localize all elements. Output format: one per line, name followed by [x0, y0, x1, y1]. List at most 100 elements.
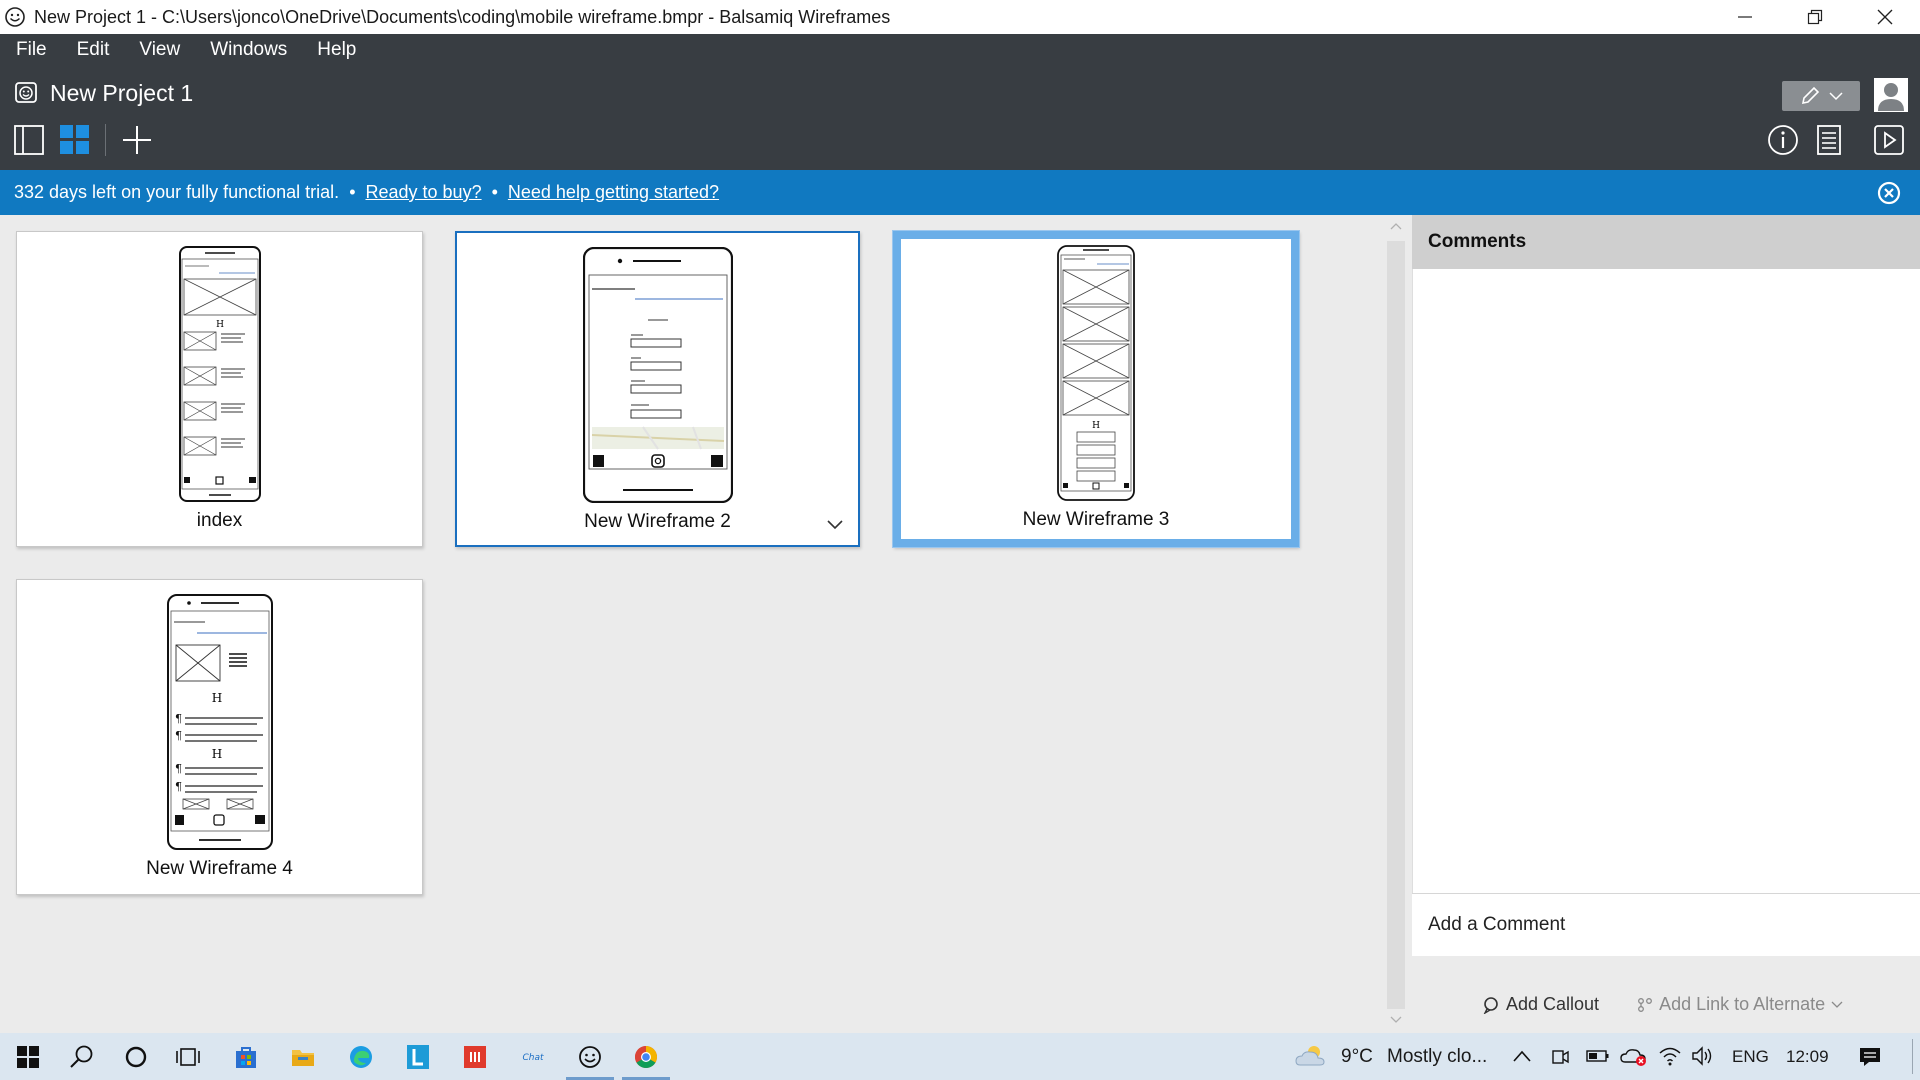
trial-banner: 332 days left on your fully functional t…	[0, 170, 1920, 215]
task-view-icon	[176, 1047, 200, 1066]
svg-text:Chat: Chat	[522, 1053, 544, 1063]
separator-dot: •	[491, 182, 498, 202]
file-explorer-app[interactable]	[275, 1033, 331, 1080]
close-banner-icon[interactable]	[1876, 180, 1902, 206]
start-button[interactable]	[0, 1033, 56, 1080]
volume-icon[interactable]	[1690, 1045, 1714, 1067]
notes-button[interactable]	[1812, 122, 1846, 158]
folder-icon	[292, 1049, 314, 1066]
info-icon	[1768, 125, 1798, 155]
project-header: New Project 1	[0, 66, 1920, 170]
comments-header: Comments	[1412, 215, 1920, 269]
show-navigator-button[interactable]	[12, 122, 46, 158]
wireframe-thumbnail: H	[178, 246, 261, 502]
svg-text:¶: ¶	[175, 762, 182, 775]
meet-now-icon[interactable]	[1550, 1046, 1570, 1066]
task-view-button[interactable]	[160, 1033, 216, 1080]
canvas-scrollbar[interactable]	[1384, 215, 1408, 1033]
menu-help[interactable]: Help	[302, 34, 371, 66]
close-icon	[1877, 9, 1893, 25]
scroll-down-icon[interactable]	[1390, 1015, 1402, 1025]
add-comment-input[interactable]: Add a Comment	[1412, 894, 1920, 956]
grid-view-icon	[60, 125, 89, 154]
l-app[interactable]	[390, 1033, 446, 1080]
pencil-icon	[1801, 86, 1820, 105]
svg-text:¶: ¶	[175, 712, 182, 725]
chat-app[interactable]: Chat	[505, 1033, 561, 1080]
menu-windows[interactable]: Windows	[195, 34, 302, 66]
wireframe-card-3[interactable]: H New Wireframe 3	[892, 230, 1300, 548]
chevron-up-icon[interactable]	[1512, 1049, 1532, 1063]
edge-app[interactable]	[333, 1033, 389, 1080]
balsamiq-taskbar-app[interactable]	[562, 1033, 618, 1080]
info-button[interactable]	[1766, 122, 1800, 158]
minimize-button[interactable]	[1710, 0, 1780, 34]
window-title: New Project 1 - C:\Users\jonco\OneDrive\…	[34, 6, 891, 27]
ready-to-buy-link[interactable]: Ready to buy?	[366, 182, 482, 203]
search-button[interactable]	[54, 1033, 110, 1080]
clock-time[interactable]: 12:09	[1786, 1033, 1829, 1080]
edit-mode-button[interactable]	[1782, 81, 1860, 111]
comments-list	[1412, 269, 1920, 945]
chrome-icon	[635, 1045, 657, 1068]
menu-view[interactable]: View	[124, 34, 195, 66]
wireframe-card-2[interactable]: New Wireframe 2	[455, 231, 860, 547]
wireframe-thumbnail	[582, 247, 733, 503]
close-window-button[interactable]	[1850, 0, 1920, 34]
restore-button[interactable]	[1780, 0, 1850, 34]
sidebar-panel-icon	[14, 125, 44, 155]
wireframe-label: index	[196, 510, 243, 531]
help-getting-started-link[interactable]: Need help getting started?	[508, 182, 719, 203]
input-language[interactable]: ENG	[1732, 1033, 1769, 1080]
add-link-label: Add Link to Alternate	[1659, 994, 1826, 1014]
chat-icon: Chat	[522, 1053, 544, 1063]
toolbar-divider	[105, 124, 106, 156]
alternate-link-icon	[1638, 997, 1653, 1012]
wireframe-card-4[interactable]: H ¶ ¶ ¶ ¶ H New Wireframe 4	[16, 579, 423, 895]
presentation-mode-button[interactable]	[1872, 122, 1906, 158]
search-icon	[70, 1045, 93, 1068]
svg-text:¶: ¶	[175, 780, 182, 793]
onedrive-error-icon[interactable]	[1620, 1045, 1648, 1067]
add-comment-area: Add a Comment Add Callout Add Link to Al…	[1412, 893, 1920, 1033]
chrome-app[interactable]	[618, 1033, 674, 1080]
weather-cloud-icon	[1295, 1046, 1325, 1066]
separator-dot: •	[349, 182, 356, 202]
svg-text:H: H	[1092, 421, 1100, 431]
chevron-down-icon[interactable]	[826, 519, 844, 531]
add-wireframe-button[interactable]	[120, 122, 154, 158]
battery-icon[interactable]	[1586, 1048, 1610, 1064]
show-desktop-button[interactable]	[1912, 1039, 1913, 1074]
windows-taskbar: Chat 9°C Mostly clo... ENG 12:09	[0, 1033, 1920, 1080]
scrollbar-track[interactable]	[1387, 241, 1405, 1009]
chevron-down-icon	[1831, 1001, 1843, 1008]
weather-description[interactable]: Mostly clo...	[1387, 1033, 1487, 1080]
notes-icon	[1817, 125, 1841, 155]
menu-file[interactable]: File	[0, 34, 62, 66]
balsamiq-app-icon	[5, 7, 25, 27]
wireframe-grid: H index New Wireframe 2 H New Wireframe …	[0, 215, 1384, 1033]
store-app[interactable]	[218, 1033, 274, 1080]
add-link-to-alternate-button[interactable]: Add Link to Alternate	[1637, 994, 1843, 1015]
svg-text:H: H	[211, 691, 221, 705]
office-app[interactable]	[447, 1033, 503, 1080]
cortana-button[interactable]	[108, 1033, 164, 1080]
weather-temperature[interactable]: 9°C	[1341, 1033, 1373, 1080]
plus-icon	[123, 126, 151, 154]
project-icon	[15, 82, 37, 103]
user-avatar-button[interactable]	[1874, 78, 1908, 112]
grid-view-button[interactable]	[58, 122, 92, 158]
wireframe-card-index[interactable]: H index	[16, 231, 423, 547]
cortana-icon	[125, 1046, 147, 1067]
edge-icon	[350, 1045, 372, 1068]
svg-text:¶: ¶	[175, 729, 182, 742]
notifications-icon[interactable]	[1858, 1045, 1882, 1069]
user-icon	[1878, 83, 1904, 111]
menu-bar: File Edit View Windows Help	[0, 34, 1920, 66]
wireframe-thumbnail: H ¶ ¶ ¶ ¶ H	[166, 594, 273, 850]
wireframe-label: New Wireframe 2	[584, 511, 731, 532]
scroll-up-icon[interactable]	[1390, 221, 1402, 231]
wifi-icon[interactable]	[1658, 1045, 1682, 1067]
add-callout-button[interactable]: Add Callout	[1482, 994, 1599, 1015]
menu-edit[interactable]: Edit	[62, 34, 125, 66]
